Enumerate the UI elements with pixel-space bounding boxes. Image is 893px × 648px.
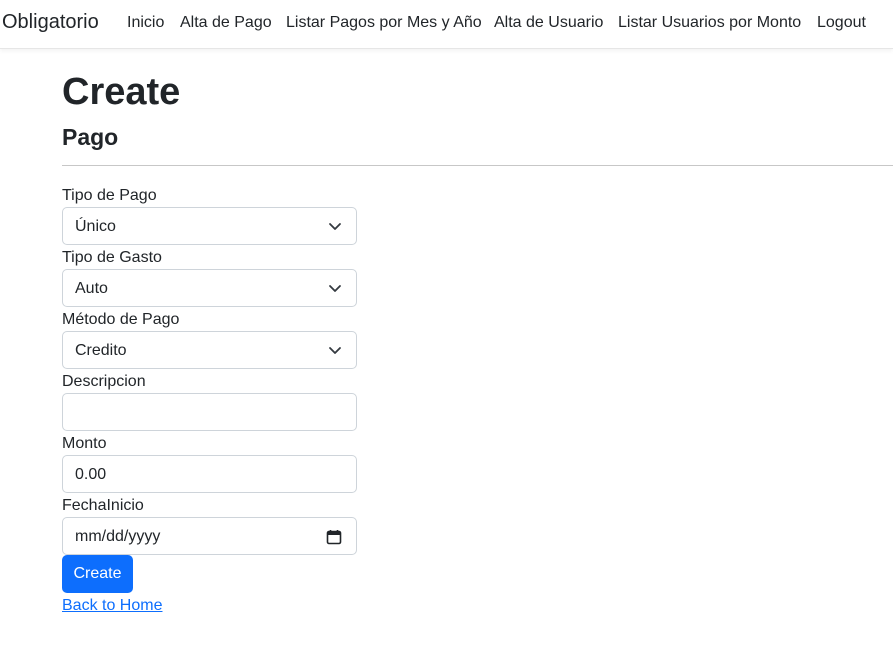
- fecha-inicio-input[interactable]: mm/dd/yyyy: [62, 517, 357, 555]
- monto-input[interactable]: 0.00: [62, 455, 357, 493]
- monto-value: 0.00: [75, 466, 107, 483]
- back-to-home-link[interactable]: Back to Home: [62, 597, 162, 615]
- navbar: Obligatorio Inicio Alta de Pago Listar P…: [0, 0, 893, 49]
- fecha-inicio-value: mm/dd/yyyy: [75, 528, 161, 545]
- chevron-down-icon: [329, 223, 341, 230]
- chevron-down-icon: [329, 347, 341, 354]
- nav-link-listar-usuarios[interactable]: Listar Usuarios por Monto: [618, 14, 801, 32]
- nav-link-alta-de-pago[interactable]: Alta de Pago: [180, 14, 272, 32]
- monto-label: Monto: [62, 435, 107, 452]
- tipo-pago-value: Único: [75, 218, 116, 235]
- nav-link-inicio[interactable]: Inicio: [127, 14, 164, 32]
- tipo-gasto-value: Auto: [75, 280, 108, 297]
- descripcion-label: Descripcion: [62, 373, 146, 390]
- tipo-gasto-select[interactable]: Auto: [62, 269, 357, 307]
- divider: [62, 165, 893, 166]
- chevron-down-icon: [329, 285, 341, 292]
- calendar-icon[interactable]: [326, 529, 342, 545]
- fecha-inicio-label: FechaInicio: [62, 497, 144, 514]
- page-title: Create: [62, 71, 181, 113]
- metodo-pago-label: Método de Pago: [62, 311, 180, 328]
- metodo-pago-select[interactable]: Credito: [62, 331, 357, 369]
- tipo-gasto-label: Tipo de Gasto: [62, 249, 162, 266]
- nav-link-logout[interactable]: Logout: [817, 14, 866, 32]
- tipo-pago-label: Tipo de Pago: [62, 187, 157, 204]
- tipo-pago-select[interactable]: Único: [62, 207, 357, 245]
- nav-link-alta-de-usuario[interactable]: Alta de Usuario: [494, 14, 603, 32]
- page-subtitle: Pago: [62, 124, 119, 150]
- navbar-brand[interactable]: Obligatorio: [2, 11, 99, 34]
- descripcion-input[interactable]: [62, 393, 357, 431]
- metodo-pago-value: Credito: [75, 342, 127, 359]
- nav-link-listar-pagos[interactable]: Listar Pagos por Mes y Año: [286, 14, 482, 32]
- create-button[interactable]: Create: [62, 555, 133, 593]
